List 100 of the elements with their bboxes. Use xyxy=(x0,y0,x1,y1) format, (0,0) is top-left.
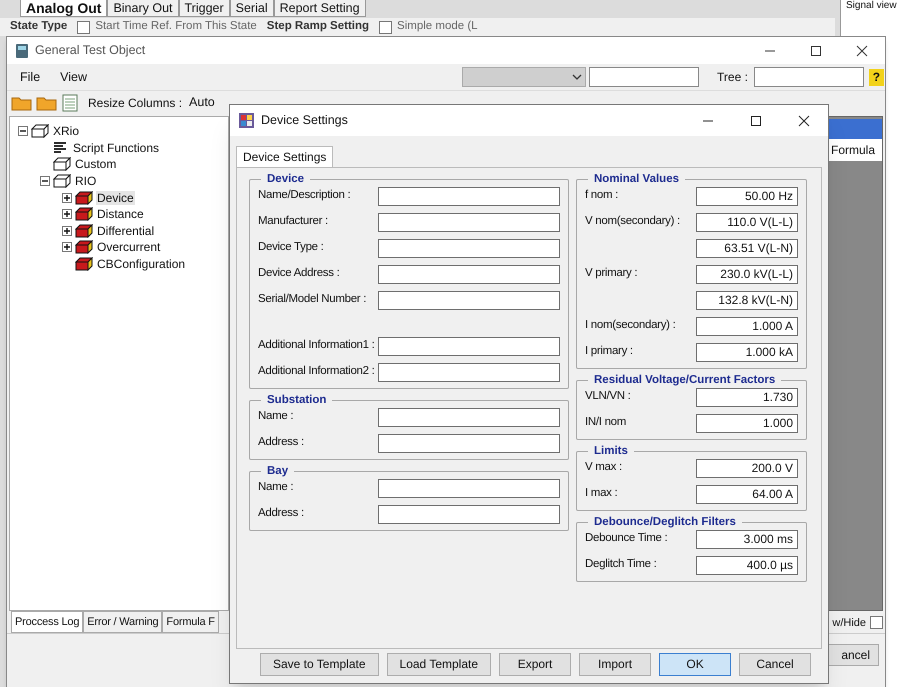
tab[interactable]: Error / Warning xyxy=(83,611,162,633)
group-title: Nominal Values xyxy=(593,172,680,186)
input-field[interactable] xyxy=(378,434,560,452)
folder-icon[interactable] xyxy=(11,94,33,110)
tree-item[interactable]: CBConfiguration xyxy=(96,257,186,272)
expand-icon[interactable] xyxy=(62,226,72,236)
input-field[interactable]: 50.00 Hz xyxy=(696,186,798,206)
field-label: Debounce Time : xyxy=(585,531,668,546)
input-field[interactable]: 64.00 A xyxy=(696,484,798,504)
field-label: Device Address : xyxy=(258,266,340,282)
expand-icon[interactable] xyxy=(62,242,72,252)
dialog-button[interactable]: OK xyxy=(659,652,732,676)
group-title: Bay xyxy=(266,464,290,478)
cube-icon xyxy=(75,224,93,238)
tree-item[interactable]: Overcurrent xyxy=(96,240,162,254)
tab[interactable]: Binary Out xyxy=(107,0,178,17)
column-header[interactable]: Formula xyxy=(826,139,882,161)
input-field[interactable] xyxy=(378,504,560,524)
field-label: I nom(secondary) : xyxy=(585,318,676,334)
dialog-button[interactable]: Cancel xyxy=(739,652,812,676)
checkbox-label: Simple mode (L xyxy=(397,19,478,34)
group-title: Residual Voltage/Current Factors xyxy=(593,373,776,387)
input-field[interactable]: 1.730 xyxy=(696,388,798,406)
checkbox[interactable] xyxy=(77,20,90,34)
input-field[interactable]: 230.0 kV(L-L) xyxy=(696,264,798,284)
dialog-title: Device Settings xyxy=(261,112,348,130)
tab[interactable]: Report Setting xyxy=(274,0,366,17)
field-label: Deglitch Time : xyxy=(585,557,658,572)
tab[interactable]: Trigger xyxy=(178,0,230,17)
tree-item[interactable]: Script Functions xyxy=(72,140,160,155)
folder-icon[interactable] xyxy=(36,94,58,110)
tab[interactable]: Device Settings xyxy=(236,146,334,167)
dialog-button[interactable]: Load Template xyxy=(386,652,492,676)
input-field[interactable]: 3.000 ms xyxy=(696,530,798,548)
input-field[interactable] xyxy=(378,290,560,310)
field-label: f nom : xyxy=(585,188,620,204)
selected-row[interactable] xyxy=(826,119,882,139)
checkbox[interactable] xyxy=(870,616,883,630)
field-label: IN/I nom xyxy=(585,415,628,430)
input-field[interactable]: 132.8 kV(L-N) xyxy=(696,290,798,310)
field-label: Address : xyxy=(258,435,305,450)
dialog-button[interactable]: Import xyxy=(579,652,652,676)
notepad-icon[interactable] xyxy=(61,94,79,112)
tree-item[interactable]: Custom xyxy=(74,157,118,172)
cube-icon xyxy=(75,240,93,254)
field-label: Name/Description : xyxy=(258,188,352,204)
field-label: Name : xyxy=(258,480,294,496)
input-field[interactable] xyxy=(754,67,864,87)
input-field[interactable] xyxy=(378,186,560,206)
input-field[interactable] xyxy=(378,362,560,382)
input-field[interactable] xyxy=(378,238,560,258)
tree-item[interactable]: Distance xyxy=(96,207,145,222)
field-label: Additional Information1 : xyxy=(258,338,376,354)
input-field[interactable]: 1.000 xyxy=(696,414,798,432)
cube-icon xyxy=(53,157,71,172)
tree-item[interactable]: XRio xyxy=(52,124,80,138)
field-label: Manufacturer : xyxy=(258,214,329,230)
tab[interactable]: Proccess Log xyxy=(11,611,84,633)
tree-item[interactable]: Differential xyxy=(96,224,156,238)
menu-item[interactable]: View xyxy=(60,68,88,86)
tab[interactable]: Formula F xyxy=(162,611,219,633)
collapse-icon[interactable] xyxy=(40,176,50,186)
dialog-button[interactable]: Save to Template xyxy=(260,652,379,676)
input-field[interactable]: 400.0 µs xyxy=(696,556,798,574)
group-title: Substation xyxy=(266,393,328,407)
checkbox-label: Start Time Ref. From This State xyxy=(95,19,257,34)
expand-icon[interactable] xyxy=(62,209,72,220)
input-field[interactable]: 200.0 V xyxy=(696,458,798,478)
field-label: Tree : xyxy=(717,69,748,86)
dialog-button[interactable]: Export xyxy=(499,652,572,676)
collapse-icon[interactable] xyxy=(18,126,28,136)
help-button[interactable]: ? xyxy=(868,68,884,86)
group-title: Limits xyxy=(593,444,629,458)
input-field[interactable]: 63.51 V(L-N) xyxy=(696,238,798,258)
tab[interactable]: Serial xyxy=(230,0,274,17)
input-field[interactable]: 1.000 kA xyxy=(696,342,798,362)
group-title: Debounce/Deglitch Filters xyxy=(593,515,737,529)
input-field[interactable] xyxy=(589,67,700,87)
input-field[interactable] xyxy=(378,336,560,356)
chevron-down-icon xyxy=(572,74,582,80)
input-field[interactable]: 1.000 A xyxy=(696,316,798,336)
input-field[interactable] xyxy=(378,408,560,426)
dropdown[interactable]: Auto xyxy=(189,93,234,112)
checkbox-label: w/Hide xyxy=(832,616,866,630)
cube-icon xyxy=(75,207,93,222)
group-title: Device xyxy=(266,172,306,186)
field-label: Device Type : xyxy=(258,240,325,256)
input-field[interactable] xyxy=(378,264,560,284)
menu-item[interactable]: File xyxy=(20,68,40,86)
input-field[interactable] xyxy=(378,212,560,232)
tree-item[interactable]: RIO xyxy=(74,174,98,188)
input-field[interactable] xyxy=(378,478,560,498)
cube-icon xyxy=(75,257,93,272)
tab[interactable]: Analog Out xyxy=(20,0,108,17)
checkbox[interactable] xyxy=(379,20,392,34)
field-label: V max : xyxy=(585,460,623,476)
input-field[interactable]: 110.0 V(L-L) xyxy=(696,212,798,232)
expand-icon[interactable] xyxy=(62,192,72,203)
panel-title: Signal view xyxy=(845,0,898,12)
tree-item[interactable]: Device xyxy=(96,190,135,205)
